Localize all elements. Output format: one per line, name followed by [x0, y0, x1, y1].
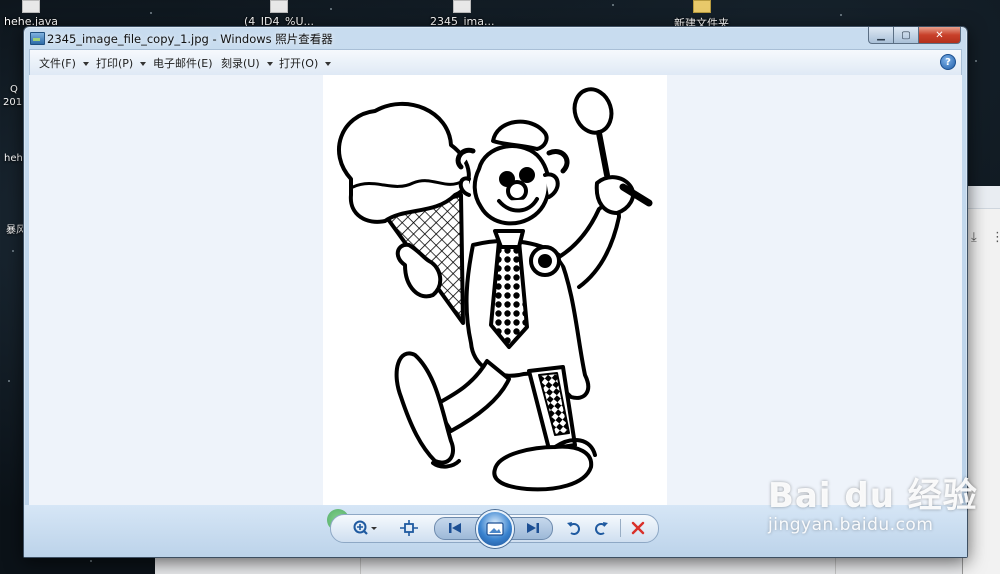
maximize-icon: ▢ [901, 29, 911, 41]
background-window-bottom [155, 556, 962, 574]
rotate-counterclockwise-button[interactable] [564, 518, 584, 538]
divider [360, 556, 361, 574]
displayed-image [323, 75, 667, 505]
folder-icon [692, 0, 711, 13]
menu-email[interactable]: 电子邮件(E) [153, 55, 213, 71]
close-button[interactable]: ✕ [919, 27, 961, 44]
star [612, 4, 614, 6]
actual-size-icon [400, 520, 418, 536]
minimize-button[interactable]: ▁ [868, 27, 894, 44]
chevron-down-icon [82, 62, 89, 66]
desktop-icon-2345-image[interactable]: 2345_ima... [430, 0, 495, 28]
file-icon [22, 0, 41, 13]
watermark-url: jingyan.baidu.com [768, 515, 934, 535]
desktop-icon-id4[interactable]: (4_ID4_%U... [244, 0, 314, 28]
maximize-button[interactable]: ▢ [894, 27, 919, 44]
file-icon [453, 0, 472, 13]
menu-label: 文件(F) [39, 57, 76, 70]
star [975, 60, 977, 62]
watermark-logo: Bai du 经验 [768, 476, 978, 516]
minimize-icon: ▁ [877, 29, 885, 41]
file-icon [270, 0, 288, 13]
star [8, 380, 10, 382]
menubar: 文件(F) 打印(P) 电子邮件(E) 刻录(U) 打开(O) ? [29, 49, 962, 76]
slideshow-button[interactable] [476, 510, 514, 548]
menu-label: 电子邮件(E) [153, 57, 213, 70]
zoom-icon [353, 520, 377, 535]
star [330, 8, 332, 10]
help-icon[interactable]: ? [940, 54, 956, 70]
chevron-down-icon [266, 62, 273, 66]
menu-burn[interactable]: 刻录(U) [221, 55, 273, 71]
star [840, 14, 842, 16]
star [12, 250, 14, 252]
menu-print[interactable]: 打印(P) [96, 55, 147, 71]
close-icon: ✕ [935, 29, 944, 41]
more-icon: ⋮ [991, 230, 1000, 245]
next-icon [527, 523, 539, 533]
menu-label: 打印(P) [96, 57, 134, 70]
titlebar[interactable]: 2345_image_file_copy_1.jpg - Windows 照片查… [24, 27, 967, 49]
chevron-down-icon [140, 62, 147, 66]
delete-icon [631, 521, 645, 535]
rotate-clockwise-button[interactable] [591, 518, 611, 538]
download-icon: ⤓ [971, 230, 977, 245]
chevron-down-icon [325, 62, 332, 66]
menu-open[interactable]: 打开(O) [279, 55, 332, 71]
window-title: 2345_image_file_copy_1.jpg - Windows 照片查… [47, 32, 333, 46]
next-button[interactable] [522, 519, 544, 537]
image-viewport[interactable] [29, 75, 962, 505]
caption-buttons: ▁ ▢ ✕ [868, 27, 961, 44]
previous-button[interactable] [444, 519, 466, 537]
menu-label: 打开(O) [279, 57, 319, 70]
photo-viewer-icon [30, 32, 45, 45]
previous-icon [449, 523, 461, 533]
actual-size-button[interactable] [398, 518, 420, 538]
divider [620, 519, 621, 537]
desktop-icon-hehe-java[interactable]: hehe.java [4, 0, 58, 28]
help-label: ? [945, 56, 951, 68]
rotate-clockwise-icon [595, 522, 608, 535]
clown-ice-cream-drawing [337, 87, 653, 492]
menu-label: 刻录(U) [221, 57, 260, 70]
star [150, 12, 152, 14]
rotate-counterclockwise-icon [567, 522, 580, 535]
slideshow-icon [486, 522, 504, 536]
divider [835, 556, 836, 574]
menu-file[interactable]: 文件(F) [39, 55, 89, 71]
star [90, 560, 92, 562]
baidu-jingyan-watermark: Bai du 经验 jingyan.baidu.com [768, 468, 978, 535]
delete-button[interactable] [628, 518, 648, 538]
zoom-button[interactable] [350, 518, 380, 538]
background-window-titlebar [963, 186, 1000, 209]
